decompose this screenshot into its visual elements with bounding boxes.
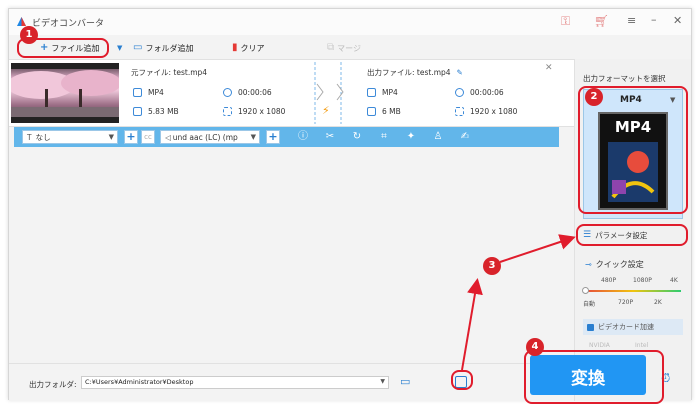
annotation-arrows <box>461 234 576 371</box>
